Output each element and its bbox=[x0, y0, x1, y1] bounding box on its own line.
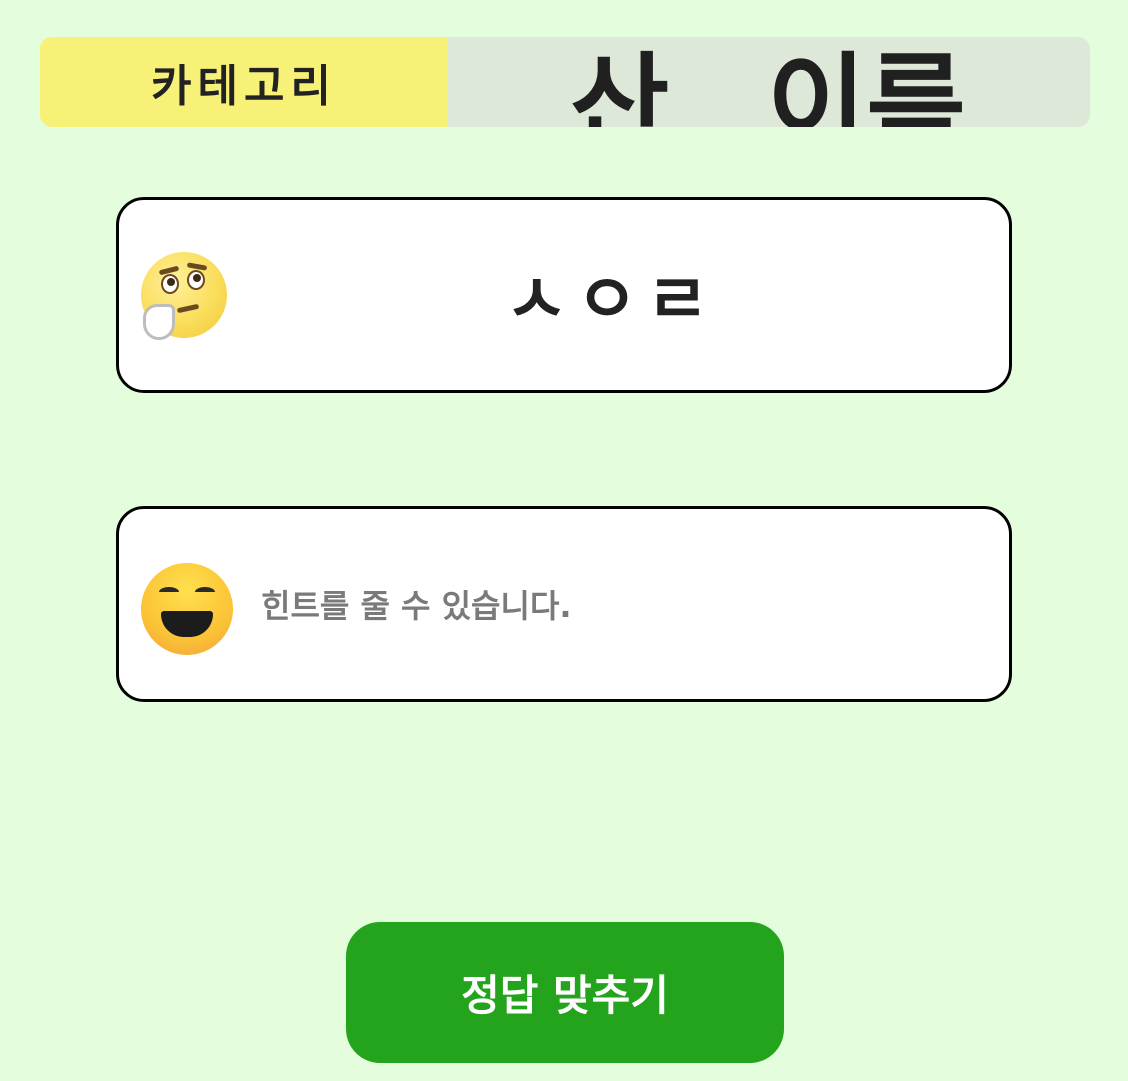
hint-card: 힌트를 줄 수 있습니다. bbox=[116, 506, 1012, 702]
header-bar: 카테고리 산 이름 bbox=[40, 37, 1090, 127]
category-label: 카테고리 bbox=[40, 37, 448, 127]
smiling-face-icon bbox=[141, 563, 233, 655]
hint-text: 힌트를 줄 수 있습니다. bbox=[261, 587, 572, 625]
submit-answer-button[interactable]: 정답 맞추기 bbox=[346, 922, 784, 1063]
category-title: 산 이름 bbox=[570, 43, 966, 128]
consonant-quiz: ㅅㅇㄹ bbox=[505, 261, 717, 340]
quiz-card: ㅅㅇㄹ bbox=[116, 197, 1012, 393]
